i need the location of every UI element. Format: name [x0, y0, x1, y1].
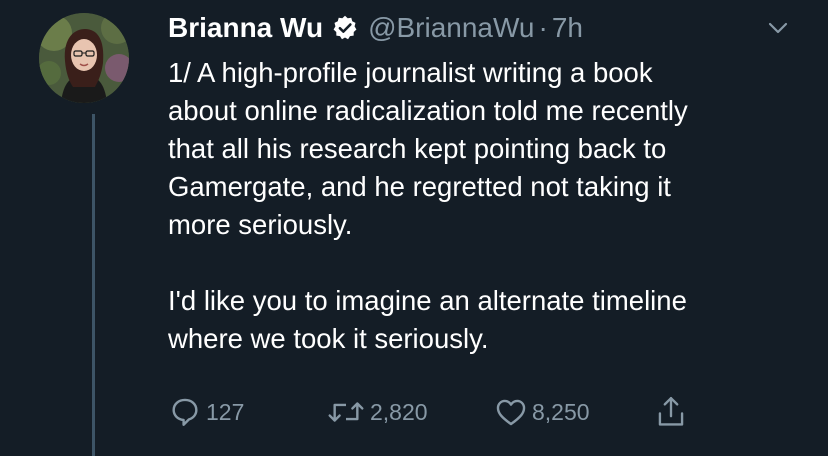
thread-line	[92, 114, 95, 456]
retweet-count: 2,820	[370, 398, 428, 425]
verified-badge-icon	[331, 14, 359, 42]
tweet-text-line: about online radicalization told me rece…	[168, 95, 688, 126]
share-icon	[654, 394, 688, 430]
tweet-text: 1/ A high-profile journalist writing a b…	[168, 54, 808, 358]
tweet-text-line: more seriously.	[168, 209, 353, 240]
tweet-actions: 127 2,820 8,250	[168, 390, 728, 434]
tweet-text-line: Gamergate, and he regretted not taking i…	[168, 171, 671, 202]
tweet[interactable]: Brianna Wu @BriannaWu · 7h 1/ A high-pro…	[0, 0, 828, 456]
separator-dot: ·	[538, 12, 548, 43]
tweet-text-line: that all his research kept pointing back…	[168, 133, 667, 164]
share-button[interactable]	[654, 390, 688, 434]
like-button[interactable]: 8,250	[494, 390, 590, 434]
tweet-text-line: I'd like you to imagine an alternate tim…	[168, 285, 687, 316]
chevron-down-icon[interactable]	[766, 16, 790, 40]
handle[interactable]: @BriannaWu	[368, 12, 534, 44]
like-count: 8,250	[532, 398, 590, 425]
retweet-icon	[326, 395, 366, 429]
reply-button[interactable]: 127	[168, 390, 244, 434]
reply-icon	[168, 395, 202, 429]
reply-count: 127	[206, 398, 245, 425]
avatar[interactable]	[39, 13, 129, 103]
heart-icon	[494, 395, 528, 429]
avatar-photo	[39, 13, 129, 103]
display-name[interactable]: Brianna Wu	[168, 12, 323, 44]
tweet-text-line: where we took it seriously.	[168, 323, 489, 354]
tweet-text-line: 1/ A high-profile journalist writing a b…	[168, 57, 653, 88]
timestamp[interactable]: 7h	[552, 12, 583, 44]
tweet-header: Brianna Wu @BriannaWu · 7h	[168, 8, 583, 48]
retweet-button[interactable]: 2,820	[326, 390, 428, 434]
